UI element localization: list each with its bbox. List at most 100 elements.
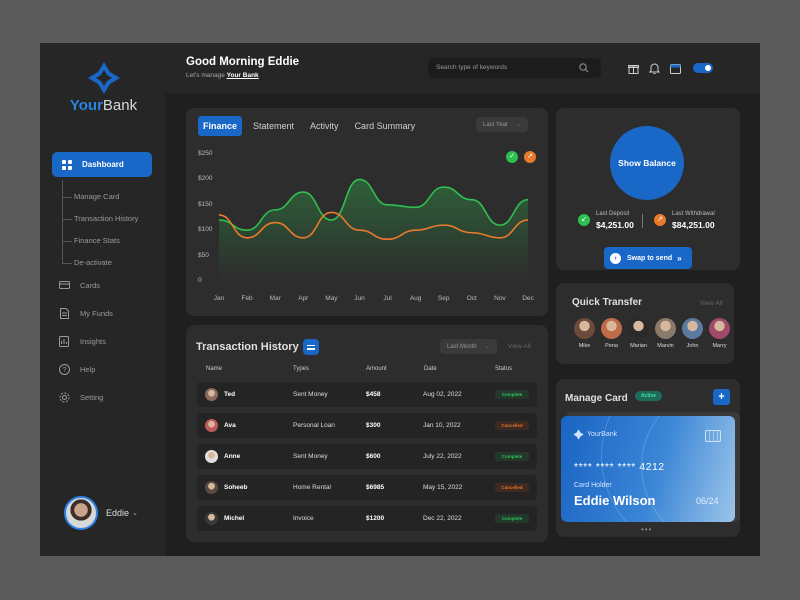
column-header-types: Types <box>293 366 310 372</box>
contact-item[interactable]: Marian <box>625 318 652 349</box>
subnav-item-deactivate[interactable]: De-activate <box>62 258 112 267</box>
transactions-view-all[interactable]: View All <box>508 343 531 350</box>
row-name: Ted <box>224 391 236 398</box>
bank-card[interactable]: YourBank **** **** **** 4212 Card Holder… <box>561 416 735 522</box>
deposit-arrow-icon: ↙ <box>578 214 590 226</box>
header-actions <box>626 61 713 75</box>
swap-to-send-button[interactable]: › Swap to send » <box>604 247 692 269</box>
contact-item[interactable]: Marry <box>706 318 733 349</box>
contact-item[interactable]: Marvin <box>652 318 679 349</box>
status-badge: Complete <box>495 514 529 523</box>
quick-transfer-view-all[interactable]: View All <box>700 300 723 307</box>
subnav-item-manage-card[interactable]: Manage Card <box>62 192 119 201</box>
sidebar: YourBank Dashboard Manage Card Transacti… <box>40 43 165 556</box>
avatar <box>205 512 218 525</box>
card-expiry: 06/24 <box>696 496 719 506</box>
row-amount: $1200 <box>366 515 385 522</box>
sidebar-item-dashboard[interactable]: Dashboard <box>52 152 152 177</box>
add-card-button[interactable]: + <box>713 389 730 405</box>
bell-icon[interactable] <box>647 61 661 75</box>
quick-transfer-panel: Quick Transfer View All Mike Pena Marian Ma… <box>556 283 734 364</box>
avatar <box>574 318 595 339</box>
table-row[interactable]: Soheeb Home Rental $6985 May 15, 2022 Cancel… <box>197 475 537 500</box>
row-name: Anne <box>224 453 241 460</box>
avatar <box>655 318 676 339</box>
contact-name: Marvin <box>657 343 674 349</box>
header: Good Morning Eddie Let's manage Your Ban… <box>165 43 760 93</box>
avatar <box>205 450 218 463</box>
brand-logo[interactable]: YourBank <box>66 61 141 114</box>
series-area-fill <box>219 179 528 281</box>
insights-icon <box>58 335 70 347</box>
row-date: July 22, 2022 <box>423 453 462 460</box>
contact-item[interactable]: Pena <box>598 318 625 349</box>
withdrawal-arrow-icon: ↗ <box>654 214 666 226</box>
avatar <box>64 496 98 530</box>
card-holder-label: Card Holder <box>574 482 612 489</box>
carousel-dots[interactable]: ••• <box>641 525 652 534</box>
row-name: Michel <box>224 515 245 522</box>
dashboard-icon <box>62 159 72 170</box>
status-badge: Complete <box>495 452 529 461</box>
row-date: Dec 22, 2022 <box>423 515 462 522</box>
svg-text:?: ? <box>62 367 66 374</box>
show-balance-button[interactable]: Show Balance <box>610 126 684 200</box>
filter-icon[interactable] <box>303 339 319 355</box>
avatar <box>628 318 649 339</box>
quick-transfer-title: Quick Transfer <box>572 297 643 308</box>
gift-icon[interactable] <box>626 61 640 75</box>
app-window: YourBank Dashboard Manage Card Transacti… <box>40 43 760 556</box>
balance-panel: Show Balance ↙ Last Deposit $4,251.00 ↗ L… <box>556 108 740 270</box>
finance-panel: Finance Statement Activity Card Summary … <box>186 108 548 316</box>
sidebar-item-label: Dashboard <box>82 160 124 169</box>
status-badge: Complete <box>495 390 529 399</box>
user-profile[interactable]: Eddie ⌄ <box>64 496 138 530</box>
sidebar-item-cards[interactable]: Cards <box>58 279 100 291</box>
subnav-item-transaction-history[interactable]: Transaction History <box>62 214 138 223</box>
finance-line-chart <box>218 178 529 281</box>
sidebar-item-my-funds[interactable]: My Funds <box>58 307 113 319</box>
sidebar-item-insights[interactable]: Insights <box>58 335 106 347</box>
avatar <box>205 388 218 401</box>
subnav-item-finance-stats[interactable]: Finance Stats <box>62 236 120 245</box>
logo-icon <box>573 429 584 440</box>
contact-name: Pena <box>605 343 618 349</box>
column-header-status: Status <box>495 366 513 372</box>
card-holder-name: Eddie Wilson <box>574 493 656 508</box>
divider <box>642 214 643 228</box>
avatar <box>205 419 218 432</box>
row-type: Home Rental <box>293 484 331 491</box>
last-withdrawal: ↗ Last Withdrawal $84,251.00 <box>654 211 715 230</box>
table-row[interactable]: Michel Invoice $1200 Dec 22, 2022 Complete <box>197 506 537 531</box>
row-type: Personal Loan <box>293 422 335 429</box>
table-row[interactable]: Anne Sent Money $600 July 22, 2022 Complete <box>197 444 537 469</box>
search-icon[interactable] <box>579 63 589 75</box>
row-type: Invoice <box>293 515 314 522</box>
table-row[interactable]: Ted Sent Money $458 Aug 02, 2022 Complete <box>197 382 537 407</box>
manage-card-title: Manage Card <box>565 393 628 404</box>
sidebar-item-help[interactable]: ? Help <box>58 363 95 375</box>
row-name: Ava <box>224 422 236 429</box>
contact-name: Marian <box>630 343 647 349</box>
contact-item[interactable]: Mike <box>571 318 598 349</box>
row-date: Jan 10, 2022 <box>423 422 461 429</box>
sidebar-item-setting[interactable]: Setting <box>58 391 103 403</box>
table-row[interactable]: Ava Personal Loan $300 Jan 10, 2022 Cancelle… <box>197 413 537 438</box>
your-bank-link[interactable]: Your Bank <box>227 72 259 79</box>
month-dropdown[interactable]: Last Month ⌄ <box>440 339 497 354</box>
page-title: Good Morning Eddie <box>186 56 300 68</box>
contact-item[interactable]: John <box>679 318 706 349</box>
brand-name: YourBank <box>69 97 138 114</box>
card-brand: YourBank <box>573 429 617 440</box>
row-date: Aug 02, 2022 <box>423 391 462 398</box>
calendar-icon[interactable] <box>668 61 682 75</box>
transaction-history-panel: Transaction History Last Month ⌄ View All… <box>186 325 548 542</box>
status-badge: Active <box>635 391 663 401</box>
search-input[interactable]: Search type of keywords <box>428 58 601 78</box>
avatar <box>709 318 730 339</box>
column-header-amount: Amount <box>366 366 387 372</box>
chevron-down-icon: ⌄ <box>484 344 490 350</box>
last-deposit: ↙ Last Deposit $4,251.00 <box>578 211 634 230</box>
theme-toggle[interactable] <box>693 63 713 73</box>
contact-list: Mike Pena Marian Marvin John Marry <box>571 318 733 349</box>
